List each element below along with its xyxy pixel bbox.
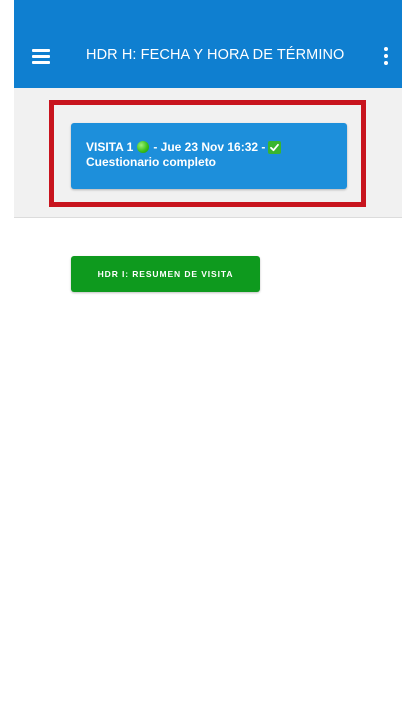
visit-panel: VISITA 1 - Jue 23 Nov 16:32 - Cuestionar…: [14, 88, 402, 218]
green-dot-icon: [137, 141, 150, 153]
visit-date: - Jue 23 Nov 16:32 -: [153, 140, 266, 154]
visit-status-text: Cuestionario completo: [86, 155, 217, 169]
visit-summary-button[interactable]: HDR I: RESUMEN DE VISITA: [71, 256, 260, 292]
visit-label: VISITA 1: [86, 140, 134, 154]
visit-card-button[interactable]: VISITA 1 - Jue 23 Nov 16:32 - Cuestionar…: [71, 123, 347, 189]
visit-header: VISITA 1 - Jue 23 Nov 16:32 -: [86, 140, 282, 154]
page-title: HDR H: FECHA Y HORA DE TÉRMINO: [86, 47, 345, 63]
hamburger-menu-icon[interactable]: [28, 44, 54, 68]
app-screen: HDR H: FECHA Y HORA DE TÉRMINO VISITA 1 …: [14, 0, 402, 717]
app-bar: HDR H: FECHA Y HORA DE TÉRMINO: [14, 0, 402, 88]
check-box-icon: [268, 140, 282, 154]
more-vert-icon[interactable]: [374, 42, 398, 70]
